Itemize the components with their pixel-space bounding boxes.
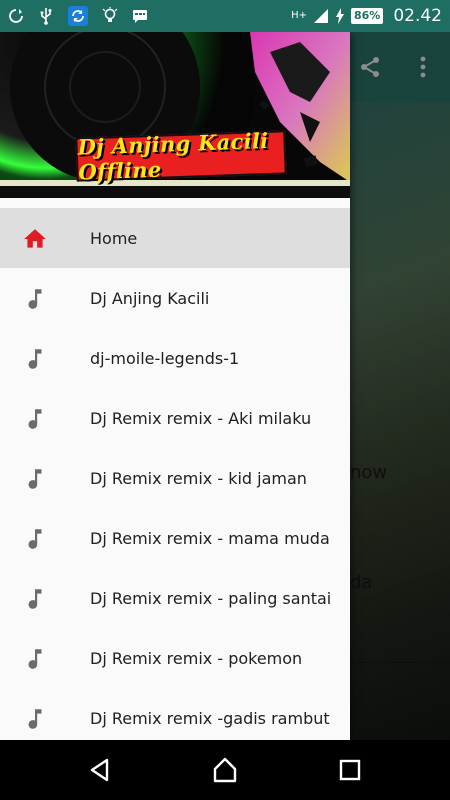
menu-item-label: Dj Remix remix - paling santai xyxy=(90,588,332,608)
signal-icon xyxy=(313,8,329,24)
music-note-icon xyxy=(22,586,48,612)
recents-icon[interactable] xyxy=(334,754,366,786)
menu-item-label: Dj Remix remix - Aki milaku xyxy=(90,408,312,428)
menu-item-label: Dj Remix remix - pokemon xyxy=(90,648,303,668)
music-note-icon xyxy=(22,526,48,552)
battery-indicator: 86% xyxy=(350,8,384,24)
app-title-banner: Dj Anjing Kacili Offline xyxy=(75,128,287,185)
music-note-icon xyxy=(22,346,48,372)
sync-icon xyxy=(8,8,24,24)
drawer-header: Dj Anjing Kacili Offline xyxy=(0,32,350,198)
menu-item-track[interactable]: Dj Remix remix - Aki milaku xyxy=(0,388,350,448)
bulb-icon xyxy=(102,7,118,24)
navigation-drawer: Dj Anjing Kacili Offline Home Dj Anjing … xyxy=(0,32,350,740)
usb-icon xyxy=(38,8,54,25)
chat-icon xyxy=(132,8,148,24)
back-icon[interactable] xyxy=(84,754,116,786)
menu-item-label: Dj Remix remix - mama muda xyxy=(90,528,330,548)
menu-item-track[interactable]: Dj Remix remix - pokemon xyxy=(0,628,350,688)
music-note-icon xyxy=(22,706,48,732)
home-icon xyxy=(22,226,48,252)
music-note-icon xyxy=(22,646,48,672)
menu-item-label: Dj Remix remix -gadis rambut xyxy=(90,708,330,728)
menu-item-track[interactable]: Dj Remix remix - kid jaman xyxy=(0,448,350,508)
menu-item-track[interactable]: dj-moile-legends-1 xyxy=(0,328,350,388)
menu-item-home[interactable]: Home xyxy=(0,208,350,268)
menu-item-label: Home xyxy=(90,228,138,248)
menu-item-track[interactable]: Dj Anjing Kacili xyxy=(0,268,350,328)
music-note-icon xyxy=(22,466,48,492)
menu-item-label: Dj Anjing Kacili xyxy=(90,288,210,308)
drawer-menu: Home Dj Anjing Kacili dj-moile-legends-1… xyxy=(0,208,350,740)
status-bar: H+ 86% 02.42 xyxy=(0,0,450,32)
music-note-icon xyxy=(22,286,48,312)
menu-item-track[interactable]: Dj Remix remix - paling santai xyxy=(0,568,350,628)
home-nav-icon[interactable] xyxy=(209,754,241,786)
charging-icon xyxy=(335,8,345,24)
menu-item-track[interactable]: Dj Remix remix -gadis rambut xyxy=(0,688,350,740)
menu-item-label: Dj Remix remix - kid jaman xyxy=(90,468,307,488)
system-nav-bar xyxy=(0,740,450,800)
menu-item-track[interactable]: Dj Remix remix - mama muda xyxy=(0,508,350,568)
music-note-icon xyxy=(22,406,48,432)
menu-item-label: dj-moile-legends-1 xyxy=(90,348,240,368)
network-type: H+ xyxy=(291,10,307,21)
sync-blue-icon xyxy=(68,6,88,26)
clock: 02.42 xyxy=(393,6,442,26)
